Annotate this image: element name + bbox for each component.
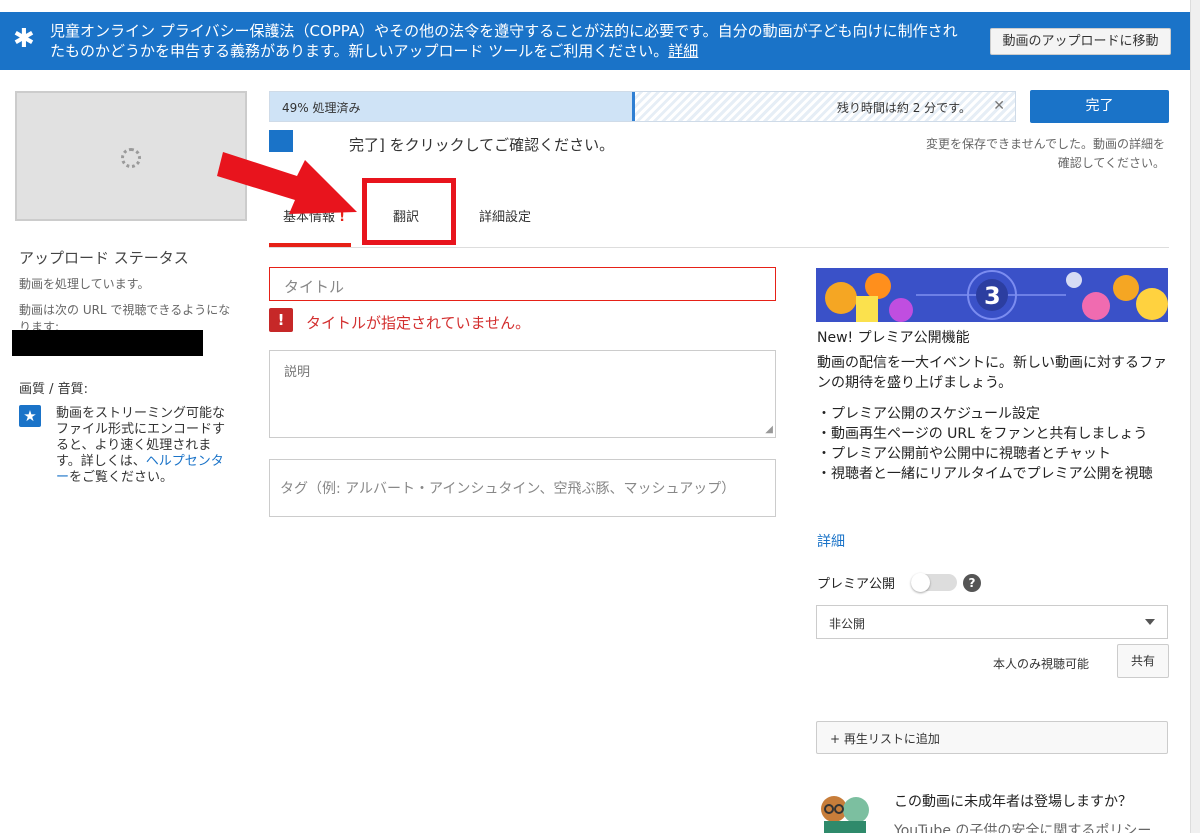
- star-icon: ★: [19, 405, 41, 427]
- promo-countdown-number: 3: [984, 282, 1001, 310]
- promo-title: New! プレミア公開機能: [817, 330, 970, 346]
- upload-status-title: アップロード ステータス: [19, 249, 189, 267]
- save-error-message: 変更を保存できませんでした。動画の詳細を確認してください。: [925, 137, 1165, 170]
- chevron-down-icon: [1145, 619, 1155, 625]
- list-item: ・プレミア公開前や公開中に視聴者とチャット: [817, 446, 1111, 462]
- list-item: ・プレミア公開のスケジュール設定: [817, 406, 1041, 422]
- list-item: ・視聴者と一緒にリアルタイムでプレミア公開を視聴: [817, 466, 1153, 482]
- resize-handle-icon[interactable]: ◢: [765, 424, 773, 435]
- title-input[interactable]: タイトル: [269, 267, 776, 301]
- kids-illustration-icon: [821, 796, 869, 833]
- move-to-upload-button[interactable]: 動画のアップロードに移動: [990, 28, 1171, 55]
- processing-text: 動画を処理しています。: [19, 277, 150, 291]
- annotation-highlight-box: [362, 178, 456, 245]
- redacted-url: [12, 330, 203, 356]
- promo-details-link[interactable]: 詳細: [817, 531, 845, 551]
- privacy-selected-value: 非公開: [829, 617, 866, 631]
- premiere-toggle[interactable]: [911, 573, 957, 592]
- premiere-promo-image: 3: [816, 268, 1168, 322]
- privacy-select[interactable]: 非公開: [816, 605, 1168, 639]
- kids-policy-text: YouTube の子供の安全に関するポリシー: [894, 823, 1152, 833]
- scrollbar[interactable]: [1190, 0, 1200, 833]
- tab-advanced-settings[interactable]: 詳細設定: [479, 206, 531, 225]
- banner-details-link[interactable]: 詳細: [668, 42, 698, 60]
- tab-divider: [269, 247, 1169, 248]
- confirm-instruction: 完了] をクリックしてご確認ください。: [349, 136, 615, 154]
- promo-feature-list: ・プレミア公開のスケジュール設定 ・動画再生ページの URL をファンと共有しま…: [817, 404, 1169, 484]
- privacy-note: 本人のみ視聴可能: [993, 657, 1090, 671]
- list-item: ・動画再生ページの URL をファンと共有しましょう: [817, 426, 1148, 442]
- premiere-illustration: 3: [816, 268, 1168, 322]
- toggle-knob: [911, 573, 930, 592]
- error-icon: !: [269, 308, 293, 332]
- done-button[interactable]: 完了: [1030, 90, 1169, 123]
- help-icon[interactable]: ?: [963, 574, 981, 592]
- title-error-message: タイトルが指定されていません。: [306, 314, 531, 332]
- quality-tail: をご覧ください。: [69, 470, 174, 485]
- annotation-arrow-icon: [217, 152, 357, 214]
- loading-spinner-icon: [121, 148, 141, 168]
- description-input[interactable]: 説明 ◢: [269, 350, 776, 438]
- kids-question: この動画に未成年者は登場しますか？: [894, 794, 1132, 810]
- coppa-banner: ✱ 児童オンライン プライバシー保護法（COPPA）やその他の法令を遵守すること…: [0, 12, 1190, 70]
- progress-remaining: 残り時間は約 2 分です。: [836, 101, 971, 115]
- processing-progress-bar: 49% 処理済み 残り時間は約 2 分です。 ✕: [269, 91, 1016, 122]
- banner-message: 児童オンライン プライバシー保護法（COPPA）やその他の法令を遵守することが法…: [50, 22, 958, 60]
- premiere-label: プレミア公開: [817, 577, 896, 592]
- tags-input[interactable]: タグ（例: アルバート・アインシュタイン、空飛ぶ豚、マッシュアップ）: [269, 459, 776, 517]
- star-icon: ✱: [13, 24, 35, 54]
- add-to-playlist-button[interactable]: + 再生リストに追加: [816, 721, 1168, 754]
- close-icon[interactable]: ✕: [993, 98, 1005, 114]
- banner-text: 児童オンライン プライバシー保護法（COPPA）やその他の法令を遵守することが法…: [50, 21, 970, 61]
- video-thumbnail: [15, 91, 247, 221]
- promo-description: 動画の配信を一大イベントに。新しい動画に対するファンの期待を盛り上げましょう。: [817, 355, 1167, 391]
- quality-title: 画質 / 音質:: [19, 382, 89, 397]
- share-button[interactable]: 共有: [1117, 644, 1169, 678]
- description-placeholder: 説明: [284, 365, 311, 380]
- quality-text: 動画をストリーミング可能なファイル形式にエンコードすると、より速く処理されます。…: [56, 406, 231, 486]
